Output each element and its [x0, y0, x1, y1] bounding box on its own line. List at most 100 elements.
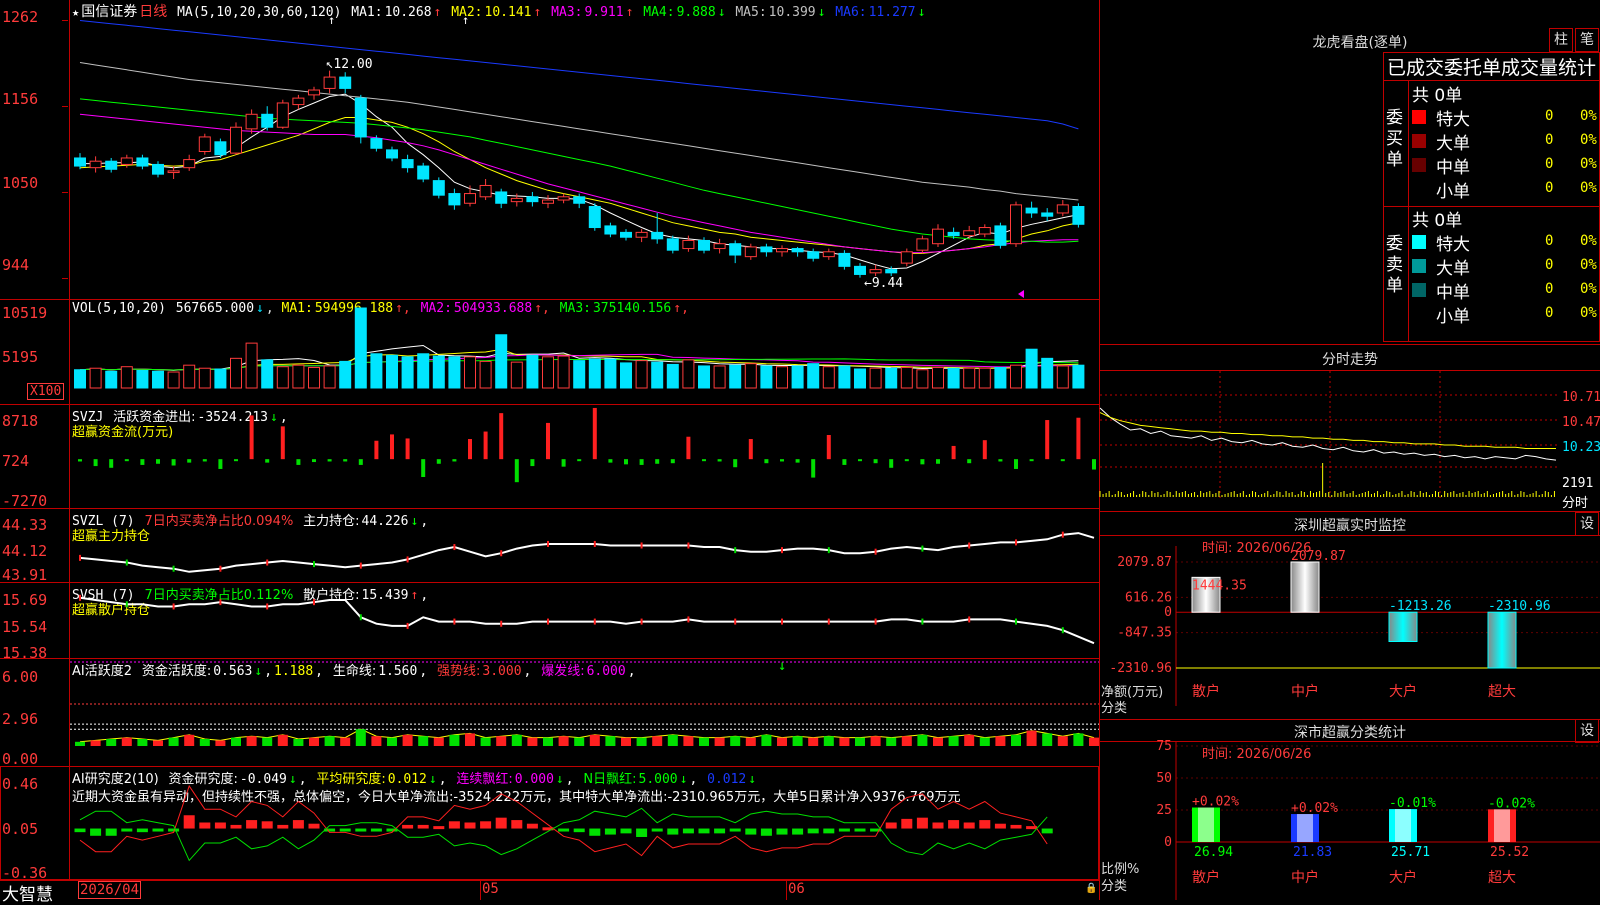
fund-flow-bar[interactable] — [1014, 459, 1018, 469]
fund-flow-bar[interactable] — [811, 459, 816, 478]
active-bar[interactable] — [199, 739, 210, 746]
volume-bar[interactable] — [323, 365, 336, 389]
active-bar[interactable] — [1073, 733, 1084, 746]
volume-bar[interactable] — [417, 353, 430, 389]
active-bar[interactable] — [543, 737, 553, 746]
fund-flow-bar[interactable] — [296, 459, 301, 465]
candle-body[interactable] — [698, 239, 710, 251]
research-bar[interactable] — [90, 828, 102, 836]
volume-bar[interactable] — [838, 365, 851, 389]
research-bar[interactable] — [916, 817, 928, 829]
active-bar[interactable] — [121, 737, 132, 746]
research-bar[interactable] — [152, 828, 164, 832]
active-bar[interactable] — [714, 737, 725, 746]
research-bar[interactable] — [292, 820, 304, 829]
candle-body[interactable] — [588, 206, 601, 229]
candle-body[interactable] — [807, 251, 820, 259]
candle-body[interactable] — [994, 225, 1007, 246]
fund-flow-bar[interactable] — [171, 459, 176, 466]
volume-bar[interactable] — [308, 366, 320, 389]
research-bar[interactable] — [932, 822, 944, 829]
research-bar[interactable] — [745, 828, 757, 835]
volume-bar[interactable] — [588, 358, 601, 389]
candle-body[interactable] — [464, 193, 476, 204]
active-bar[interactable] — [964, 734, 975, 746]
active-bar[interactable] — [90, 740, 101, 746]
active-bar[interactable] — [1011, 734, 1021, 746]
candle-body[interactable] — [838, 252, 851, 267]
volume-bar[interactable] — [448, 356, 461, 389]
fund-flow-bar[interactable] — [78, 459, 82, 462]
research-bar[interactable] — [620, 828, 632, 834]
fund-flow-bar[interactable] — [140, 459, 145, 465]
fund-flow-bar[interactable] — [1045, 420, 1050, 460]
retail-holding-chart[interactable] — [70, 583, 1099, 658]
candle-body[interactable] — [105, 160, 118, 170]
active-bar[interactable] — [636, 737, 647, 746]
research-bar[interactable] — [573, 828, 585, 833]
candle-body[interactable] — [729, 243, 742, 256]
volume-bar[interactable] — [183, 364, 196, 389]
candle-body[interactable] — [370, 138, 383, 149]
pen-mode-button[interactable]: 笔 — [1575, 28, 1599, 52]
research-bar[interactable] — [495, 817, 507, 829]
volume-bar[interactable] — [1041, 357, 1054, 389]
fund-flow-bar[interactable] — [93, 459, 98, 467]
volume-bar[interactable] — [885, 367, 898, 389]
active-bar[interactable] — [215, 740, 226, 746]
candle-body[interactable] — [744, 246, 757, 258]
active-bar[interactable] — [1042, 733, 1053, 746]
candle-body[interactable] — [292, 97, 305, 106]
active-bar[interactable] — [605, 736, 616, 746]
volume-bar[interactable] — [479, 360, 492, 389]
fund-flow-bar[interactable] — [951, 445, 956, 460]
active-bar[interactable] — [184, 734, 195, 746]
active-bar[interactable] — [870, 736, 881, 746]
volume-bar[interactable] — [651, 361, 664, 389]
candle-body[interactable] — [152, 163, 164, 175]
volume-bar[interactable] — [120, 366, 133, 389]
research-bar[interactable] — [433, 826, 445, 830]
candle-body[interactable] — [822, 251, 835, 258]
candle-body[interactable] — [432, 180, 445, 196]
volume-bar[interactable] — [152, 370, 164, 389]
research-bar[interactable] — [105, 828, 117, 836]
fund-flow-bar[interactable] — [187, 459, 192, 463]
active-bar[interactable] — [355, 729, 366, 746]
research-bar[interactable] — [370, 828, 382, 832]
fund-flow-bar[interactable] — [265, 459, 270, 463]
research-bar[interactable] — [636, 828, 648, 837]
volume-bar[interactable] — [1056, 365, 1069, 389]
fund-flow-bar[interactable] — [1076, 417, 1081, 460]
research-bar[interactable] — [277, 824, 289, 829]
volume-bar[interactable] — [1010, 364, 1022, 389]
volume-bar[interactable] — [432, 355, 445, 389]
research-bar[interactable] — [526, 823, 538, 829]
fund-flow-bar[interactable] — [530, 459, 535, 467]
active-bar[interactable] — [371, 736, 382, 746]
ai-research-chart[interactable] — [70, 767, 1099, 880]
research-bar[interactable] — [1041, 828, 1053, 834]
volume-bar[interactable] — [978, 367, 991, 389]
active-bar[interactable] — [792, 736, 803, 746]
volume-bar[interactable] — [900, 366, 913, 389]
fund-flow-bar[interactable] — [374, 440, 379, 460]
volume-bar[interactable] — [916, 369, 929, 389]
volume-bar[interactable] — [1072, 364, 1085, 389]
active-bar[interactable] — [293, 739, 304, 746]
fund-flow-bar[interactable] — [436, 459, 441, 464]
active-bar[interactable] — [511, 734, 522, 746]
research-bar[interactable] — [994, 823, 1006, 829]
candle-body[interactable] — [323, 76, 336, 89]
fund-flow-bar[interactable] — [795, 459, 800, 463]
candle-body[interactable] — [495, 191, 508, 204]
sz-classify-chart[interactable]: 75 50 25 0 +0.02% 26.94 散户 +0.02% 21.83 中户 -0.01% 2… — [1100, 739, 1600, 900]
volume-bar[interactable] — [822, 366, 835, 389]
research-bar[interactable] — [651, 828, 663, 832]
active-bar[interactable] — [75, 741, 85, 746]
active-bar[interactable] — [168, 737, 179, 746]
candle-body[interactable] — [89, 160, 102, 169]
fund-flow-bar[interactable] — [483, 431, 488, 460]
candle-body[interactable] — [963, 230, 976, 237]
research-bar[interactable] — [604, 828, 616, 835]
